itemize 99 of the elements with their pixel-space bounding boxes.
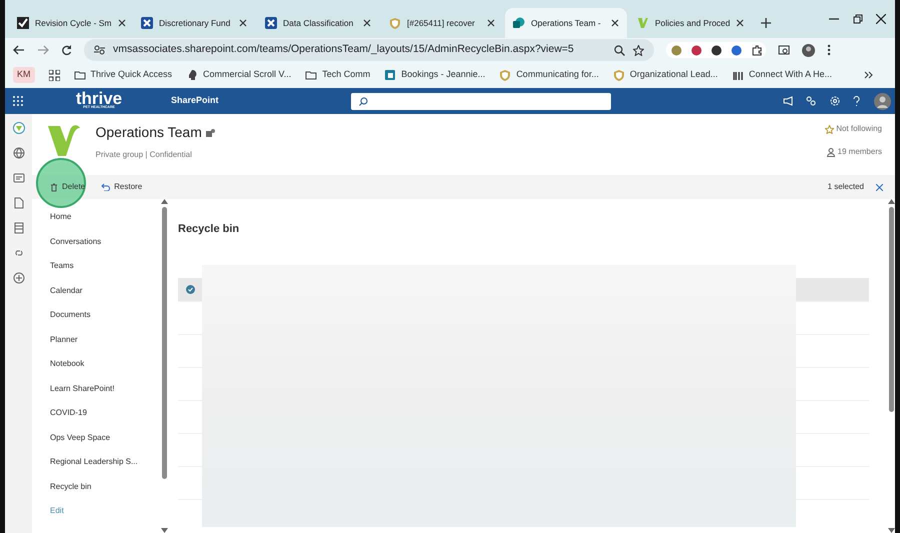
nav-link[interactable]: Home bbox=[50, 205, 160, 230]
page-heading: Recycle bin bbox=[178, 222, 240, 237]
head-icon bbox=[186, 69, 198, 81]
app-launcher-icon[interactable] bbox=[13, 96, 23, 106]
close-icon[interactable] bbox=[363, 19, 371, 27]
browser-tab[interactable]: [#265411] recover bbox=[381, 8, 503, 38]
megaphone-icon[interactable] bbox=[782, 96, 792, 106]
browser-tab[interactable]: Data Classification bbox=[257, 8, 379, 38]
undo-icon bbox=[101, 183, 110, 191]
close-icon[interactable] bbox=[118, 19, 126, 27]
check-logo-icon bbox=[17, 17, 29, 29]
nav-link[interactable]: Planner bbox=[50, 328, 160, 352]
shield-icon bbox=[389, 17, 401, 29]
zoom-icon[interactable] bbox=[614, 44, 625, 56]
nav-link[interactable]: Calendar bbox=[50, 278, 160, 303]
v-logo-icon bbox=[637, 17, 649, 29]
nav-link[interactable]: Regional Leadership S... bbox=[50, 450, 160, 474]
avatar-icon[interactable] bbox=[874, 92, 890, 110]
search-field[interactable] bbox=[350, 92, 611, 110]
scroll-down-icon[interactable] bbox=[888, 528, 894, 533]
teams-icon bbox=[206, 128, 216, 138]
x-logo-icon bbox=[141, 17, 153, 29]
app-name[interactable]: SharePoint bbox=[171, 94, 219, 108]
site-title: Operations Team bbox=[96, 123, 202, 142]
check-circle-icon bbox=[186, 284, 194, 294]
nav-link[interactable]: Notebook bbox=[50, 352, 160, 376]
search-icon bbox=[358, 96, 368, 106]
extension-icon[interactable] bbox=[690, 44, 702, 56]
extension-icon[interactable] bbox=[710, 44, 722, 56]
site-settings-icon bbox=[94, 45, 105, 55]
calendar-logo-icon bbox=[384, 69, 396, 81]
click-highlight bbox=[36, 158, 86, 208]
help-icon[interactable] bbox=[853, 96, 860, 106]
sharepoint-logo-icon bbox=[513, 17, 525, 29]
settings-icon[interactable] bbox=[830, 96, 840, 106]
scroll-down-icon[interactable] bbox=[160, 528, 168, 533]
browser-tab[interactable]: Operations Team - bbox=[505, 8, 627, 38]
person-icon bbox=[827, 148, 836, 156]
nav-link[interactable]: Learn SharePoint! bbox=[50, 376, 160, 401]
browser-tab[interactable]: Revision Cycle - Sm bbox=[9, 8, 131, 38]
close-icon[interactable] bbox=[611, 19, 619, 27]
close-icon[interactable] bbox=[736, 19, 744, 27]
nav-link[interactable]: Ops Veep Space bbox=[50, 426, 160, 450]
forward-icon[interactable] bbox=[37, 45, 49, 55]
nav-link[interactable]: Conversations bbox=[50, 230, 160, 254]
site-logo-icon bbox=[46, 122, 82, 158]
bookmark[interactable]: Communicating for... bbox=[499, 68, 599, 82]
row-check-cell[interactable] bbox=[178, 278, 202, 300]
back-icon[interactable] bbox=[13, 45, 25, 55]
nav-link[interactable]: Recycle bin bbox=[50, 474, 160, 499]
bookmark[interactable]: Bookings - Jeannie... bbox=[384, 68, 486, 82]
selection-count: 1 selected bbox=[828, 181, 864, 193]
folder-icon bbox=[305, 69, 318, 81]
members-button[interactable]: 19 members bbox=[826, 145, 883, 159]
close-icon[interactable] bbox=[487, 19, 495, 27]
folder-icon bbox=[74, 69, 86, 81]
scrollbar-thumb[interactable] bbox=[162, 207, 166, 479]
edit-link[interactable]: Edit bbox=[50, 499, 160, 524]
shield-icon bbox=[612, 69, 625, 81]
site-subtitle: Private group | Confidential bbox=[96, 149, 193, 161]
apps-grid-icon[interactable] bbox=[48, 70, 60, 80]
star-icon[interactable] bbox=[633, 44, 644, 56]
browser-tab[interactable]: Policies and Proced bbox=[629, 8, 751, 38]
tab-search-icon[interactable] bbox=[778, 44, 790, 56]
shield-icon bbox=[499, 69, 512, 81]
add-icon[interactable] bbox=[12, 272, 24, 284]
bookmark[interactable]: Tech Comm bbox=[305, 68, 370, 82]
avatar-icon[interactable] bbox=[802, 44, 815, 56]
share-icon[interactable] bbox=[806, 96, 816, 106]
restore-button[interactable]: Restore bbox=[99, 179, 144, 195]
bookmark[interactable]: Connect With A He... bbox=[732, 68, 832, 82]
puzzle-icon[interactable] bbox=[750, 44, 762, 56]
list-icon[interactable] bbox=[12, 222, 24, 234]
profile-badge[interactable]: KM bbox=[13, 67, 34, 83]
close-icon[interactable] bbox=[239, 19, 247, 27]
more-bookmarks-icon[interactable] bbox=[864, 71, 873, 79]
nav-link[interactable]: COVID-19 bbox=[50, 401, 160, 426]
delete-button[interactable]: Delete bbox=[48, 179, 88, 195]
scrollbar-thumb[interactable] bbox=[888, 207, 894, 412]
restore-icon[interactable] bbox=[852, 14, 862, 24]
more-icon[interactable] bbox=[827, 44, 831, 56]
site-logo-icon[interactable] bbox=[12, 122, 24, 134]
follow-button[interactable]: Not following bbox=[824, 122, 883, 136]
news-icon[interactable] bbox=[12, 172, 24, 184]
bookmark[interactable]: Organizational Lead... bbox=[612, 68, 718, 82]
nav-link[interactable]: Teams bbox=[50, 254, 160, 278]
globe-icon[interactable] bbox=[12, 147, 24, 159]
reload-icon[interactable] bbox=[61, 44, 72, 56]
star-icon bbox=[824, 124, 834, 134]
address-bar[interactable]: vmsassociates.sharepoint.com/teams/OperationsTeam/_layouts/15/AdminRecycleBin.aspx?view=5 bbox=[84, 39, 654, 61]
new-tab-icon[interactable] bbox=[761, 18, 771, 28]
bookmark[interactable]: Commercial Scroll V... bbox=[186, 68, 292, 82]
x-logo-icon bbox=[265, 17, 277, 29]
close-icon[interactable] bbox=[876, 14, 886, 24]
browser-tab[interactable]: Discretionary Fund bbox=[133, 8, 255, 38]
nav-link[interactable]: Documents bbox=[50, 303, 160, 328]
document-icon[interactable] bbox=[12, 197, 24, 209]
bookmark[interactable]: Thrive Quick Access bbox=[74, 68, 172, 82]
trash-icon bbox=[50, 182, 58, 192]
